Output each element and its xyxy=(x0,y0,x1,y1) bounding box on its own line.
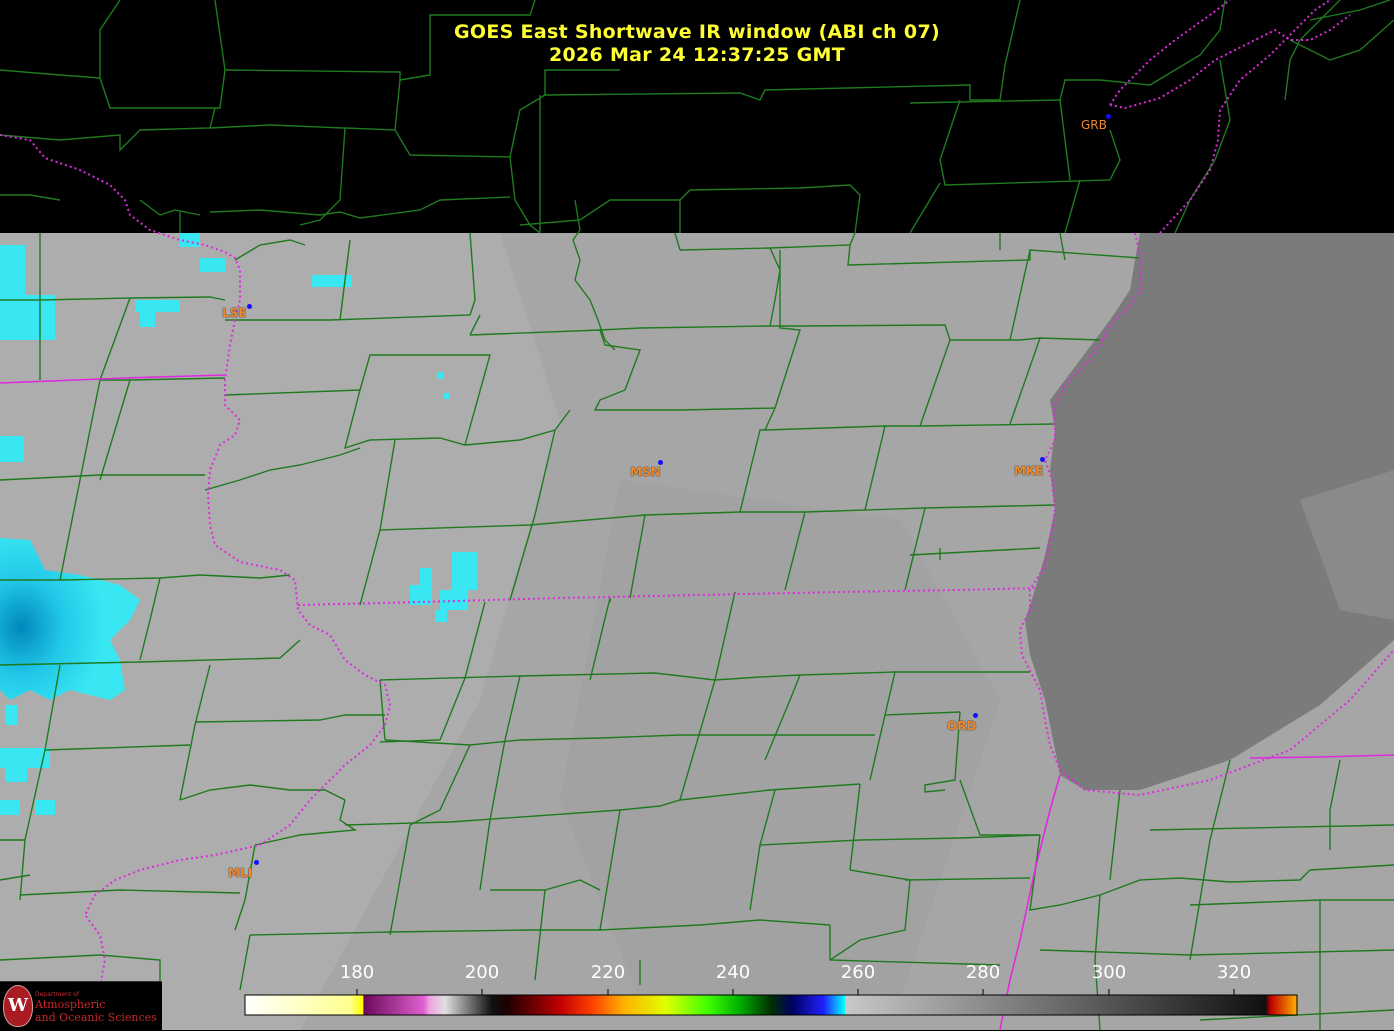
station-label-mke: MKE xyxy=(1014,464,1044,478)
colorbar-tick-label: 240 xyxy=(715,962,751,983)
colorbar-tick-label: 180 xyxy=(339,962,375,983)
colorbar-tick-label: 300 xyxy=(1091,962,1127,983)
map-title: GOES East Shortwave IR window (ABI ch 07… xyxy=(454,21,940,43)
station-label-mli: MLI xyxy=(228,866,253,880)
colorbar-tick-label: 320 xyxy=(1216,962,1252,983)
station-label-msn: MSN xyxy=(630,465,661,479)
colorbar-tick-label: 220 xyxy=(590,962,626,983)
map-timestamp: 2026 Mar 24 12:37:25 GMT xyxy=(548,44,846,66)
station-label-ord: ORD xyxy=(947,719,977,733)
logo-line-2: and Oceanic Sciences xyxy=(35,1011,157,1024)
station-label-lse: LSE xyxy=(222,306,247,320)
station-marker-mli xyxy=(254,860,259,865)
aos-logo: W Department of Atmospheric and Oceanic … xyxy=(0,981,162,1031)
uw-seal-icon: W xyxy=(3,985,33,1027)
station-marker-lse xyxy=(247,304,252,309)
satellite-map xyxy=(0,0,1394,1030)
logo-line-1: Atmospheric xyxy=(35,998,106,1011)
station-label-grb: GRB xyxy=(1081,118,1107,132)
logo-department-text: Department of xyxy=(35,991,79,998)
station-marker-ord xyxy=(973,713,978,718)
colorbar-tick-label: 200 xyxy=(464,962,500,983)
station-marker-mke xyxy=(1040,457,1045,462)
colorbar-tick-label: 280 xyxy=(965,962,1001,983)
colorbar-tick-label: 260 xyxy=(840,962,876,983)
